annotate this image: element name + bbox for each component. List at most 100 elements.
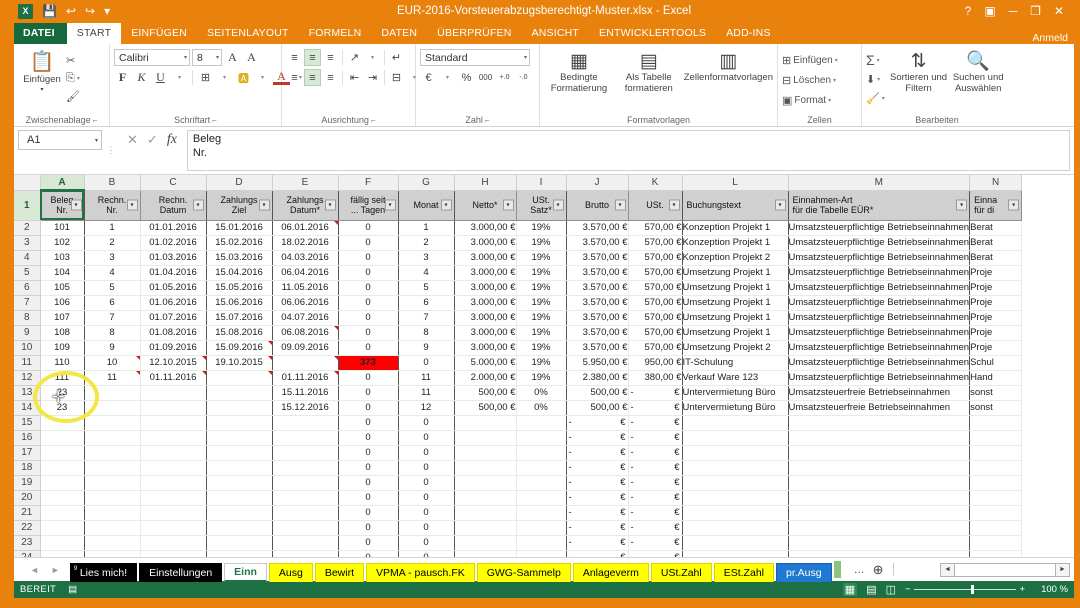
- grid-cell[interactable]: [140, 430, 207, 446]
- grid-cell[interactable]: [516, 490, 567, 506]
- table-header-cell[interactable]: USt. Satz* ▾: [516, 190, 567, 221]
- grid-cell[interactable]: [140, 400, 207, 416]
- grid-cell[interactable]: 380,00 €: [628, 370, 683, 386]
- grid-cell[interactable]: 0: [338, 250, 399, 266]
- grid-cell[interactable]: 0: [338, 490, 399, 506]
- grid-cell[interactable]: [40, 535, 85, 551]
- grid-cell[interactable]: 0: [338, 220, 399, 236]
- delete-cells-button[interactable]: ⊟ Löschen ▾: [782, 72, 838, 88]
- grid-cell[interactable]: 0: [338, 520, 399, 536]
- grid-cell[interactable]: [788, 415, 971, 431]
- sheet-nav-last-icon[interactable]: ►: [51, 565, 60, 575]
- grid-cell[interactable]: [516, 445, 567, 461]
- grid-cell[interactable]: [140, 550, 207, 557]
- grid-cell[interactable]: 15.09.2016: [206, 340, 273, 356]
- grid-cell[interactable]: [140, 490, 207, 506]
- undo-icon[interactable]: ↩: [66, 5, 76, 17]
- filter-dropdown-icon[interactable]: ▾: [70, 199, 82, 211]
- spreadsheet-grid[interactable]: A B C D E F G H I J K L M N 1 Beleg Nr. ▾ Rechn. Nr. ▾ Rechn.…: [14, 175, 1074, 557]
- redo-icon[interactable]: ↪: [85, 5, 95, 17]
- grid-cell[interactable]: [969, 460, 1023, 476]
- ribbon-tab-seitenlayout[interactable]: SEITENLAYOUT: [197, 23, 299, 44]
- grid-cell[interactable]: 2.380,00 €: [566, 370, 629, 386]
- row-header-9[interactable]: 9: [14, 325, 41, 341]
- zoom-in-button[interactable]: +: [1019, 584, 1025, 595]
- zoom-out-button[interactable]: −: [905, 584, 911, 595]
- align-left-icon[interactable]: ≡: [286, 69, 303, 86]
- number-format-combo[interactable]: Standard ▾: [420, 49, 530, 66]
- grid-cell[interactable]: Konzeption Projekt 2: [682, 250, 789, 266]
- grid-cell[interactable]: [682, 475, 789, 491]
- table-row[interactable]: 12 111 11 01.11.2016 01.11.2016 0 11 2.000,00 €…: [14, 370, 1023, 386]
- sheet-tab-pr-ausg[interactable]: pr.Ausg: [776, 562, 832, 582]
- minimize-icon[interactable]: ─: [1009, 4, 1018, 18]
- grid-cell[interactable]: [40, 430, 85, 446]
- grid-cell[interactable]: 15.06.2016: [206, 295, 273, 311]
- close-icon[interactable]: ✕: [1054, 4, 1064, 18]
- grid-cell[interactable]: 01.02.2016: [140, 235, 207, 251]
- font-name-caret-icon[interactable]: ▾: [180, 54, 187, 61]
- filter-dropdown-icon[interactable]: ▾: [668, 199, 680, 211]
- grid-cell[interactable]: 8: [84, 325, 141, 341]
- grid-cell[interactable]: 3.000,00 €: [454, 310, 517, 326]
- grid-cell[interactable]: 15.07.2016: [206, 310, 273, 326]
- align-center-icon[interactable]: ≡: [304, 69, 321, 86]
- grid-cell[interactable]: [682, 415, 789, 431]
- grid-cell[interactable]: Umsatzsteuerpflichtige Betriebseinnahmen: [788, 325, 971, 341]
- ribbon-tab-daten[interactable]: DATEN: [371, 23, 427, 44]
- column-header-F[interactable]: F: [338, 175, 399, 191]
- paste-button[interactable]: 📋 Einfügen ▾: [18, 49, 66, 96]
- ribbon-tab-formeln[interactable]: FORMELN: [299, 23, 372, 44]
- grid-cell[interactable]: Proje: [969, 265, 1023, 281]
- row-header-12[interactable]: 12: [14, 370, 41, 386]
- grid-cell[interactable]: 11.05.2016: [272, 280, 339, 296]
- grid-cell[interactable]: 0: [398, 505, 455, 521]
- ribbon-tab-ueberpruefen[interactable]: ÜBERPRÜFEN: [427, 23, 521, 44]
- grid-cell[interactable]: 107: [40, 310, 85, 326]
- name-box-caret-icon[interactable]: ▾: [95, 137, 98, 144]
- grid-cell[interactable]: Umsatzsteuerpflichtige Betriebseinnahmen: [788, 265, 971, 281]
- grid-cell[interactable]: sonst: [969, 400, 1023, 416]
- grid-cell[interactable]: 105: [40, 280, 85, 296]
- grid-cell[interactable]: [454, 550, 517, 557]
- table-header-cell[interactable]: Zahlungs Ziel ▾: [206, 190, 273, 221]
- grid-cell[interactable]: 108: [40, 325, 85, 341]
- grid-cell[interactable]: Umsatzsteuerpflichtige Betriebseinnahmen: [788, 280, 971, 296]
- save-icon[interactable]: 💾: [42, 5, 57, 17]
- grid-cell[interactable]: -€: [628, 385, 683, 401]
- grid-cell[interactable]: 9: [398, 340, 455, 356]
- clear-button[interactable]: 🧹 ▾: [866, 90, 885, 106]
- column-header-C[interactable]: C: [140, 175, 207, 191]
- grid-cell[interactable]: 3: [84, 250, 141, 266]
- grid-cell[interactable]: 3.570,00 €: [566, 325, 629, 341]
- table-header-cell[interactable]: Brutto ▾: [566, 190, 629, 221]
- column-header-K[interactable]: K: [628, 175, 683, 191]
- grid-cell[interactable]: [84, 550, 141, 557]
- grid-cell[interactable]: [682, 490, 789, 506]
- grid-cell[interactable]: [40, 505, 85, 521]
- grid-cell[interactable]: 0: [398, 445, 455, 461]
- grid-cell[interactable]: 0: [398, 460, 455, 476]
- grid-cell[interactable]: [454, 445, 517, 461]
- sheet-tab-lies-mich[interactable]: 9 Lies mich!: [69, 562, 138, 582]
- grid-cell[interactable]: 8: [398, 325, 455, 341]
- grid-cell[interactable]: -€: [628, 445, 683, 461]
- grid-cell[interactable]: -€: [628, 475, 683, 491]
- grid-cell[interactable]: 570,00 €: [628, 295, 683, 311]
- view-normal-icon[interactable]: ▦: [842, 583, 858, 596]
- grid-cell[interactable]: 500,00 €: [566, 400, 629, 416]
- table-row[interactable]: 17 0 0 - € - €: [14, 445, 1023, 461]
- ribbon-tab-ansicht[interactable]: ANSICHT: [522, 23, 590, 44]
- grid-cell[interactable]: [140, 535, 207, 551]
- grid-cell[interactable]: 0: [398, 490, 455, 506]
- grid-cell[interactable]: [140, 505, 207, 521]
- grid-cell[interactable]: [454, 490, 517, 506]
- grid-cell[interactable]: 19%: [516, 220, 567, 236]
- grid-cell[interactable]: 0: [338, 280, 399, 296]
- grid-cell[interactable]: 0%: [516, 400, 567, 416]
- grid-cell[interactable]: [272, 520, 339, 536]
- grid-cell[interactable]: 15.04.2016: [206, 265, 273, 281]
- row-header-10[interactable]: 10: [14, 340, 41, 356]
- grid-cell[interactable]: 0: [398, 535, 455, 551]
- grid-cell[interactable]: [454, 505, 517, 521]
